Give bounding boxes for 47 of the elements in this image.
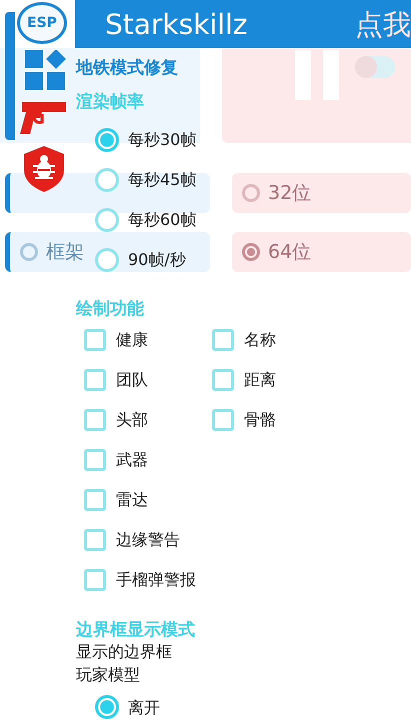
checkbox[interactable] [84,329,106,351]
toggle-switch[interactable] [355,56,395,78]
checkbox-label[interactable]: 边缘警告 [116,530,180,550]
checkbox[interactable] [84,409,106,431]
pistol-icon[interactable] [20,100,68,136]
app-title: Starkskillz [105,8,248,40]
checkbox[interactable] [84,569,106,591]
radio-button[interactable] [242,184,260,202]
feature-label[interactable]: 地铁模式修复 [76,56,178,78]
option-label: 32位 [268,181,312,206]
checkbox-label[interactable]: 武器 [116,450,148,470]
radio-label[interactable]: 每秒60帧 [128,210,196,230]
radio-button[interactable] [20,243,38,261]
radio-label[interactable]: 离开 [128,698,160,719]
option-label: 框架 [46,240,84,265]
checkbox-label[interactable]: 头部 [116,410,148,430]
checkbox[interactable] [212,409,234,431]
checkbox-label[interactable]: 名称 [244,330,276,350]
checkbox[interactable] [84,529,106,551]
radio-label[interactable]: 每秒45帧 [128,170,196,190]
section-title: 绘制功能 [76,298,144,320]
bug-shield-icon[interactable] [24,146,64,192]
setting-label: 显示的边界框 [76,642,172,663]
checkbox[interactable] [84,489,106,511]
radio-label[interactable]: 每秒30帧 [128,130,196,150]
checkbox[interactable] [84,449,106,471]
checkbox-label[interactable]: 健康 [116,330,148,350]
checkbox[interactable] [212,329,234,351]
radio-button[interactable] [95,168,119,192]
section-title: 渲染帧率 [76,90,144,112]
checkbox-label[interactable]: 团队 [116,370,148,390]
checkbox[interactable] [84,369,106,391]
radio-button[interactable] [95,128,119,152]
checkbox-label[interactable]: 骨骼 [244,410,276,430]
setting-label: 玩家模型 [76,665,140,686]
checkbox-label[interactable]: 雷达 [116,490,148,510]
checkbox-label[interactable]: 手榴弹警报 [116,570,196,590]
option-label: 64位 [268,240,312,265]
button-label: 点我 [355,7,411,43]
checkbox-label[interactable]: 距离 [244,370,276,390]
radio-button[interactable] [242,243,260,261]
checkbox[interactable] [212,369,234,391]
radio-button[interactable] [95,695,119,719]
logo-badge: ESP [17,2,67,44]
section-title: 边界框显示模式 [76,618,195,640]
radio-label[interactable]: 90帧/秒 [128,250,186,270]
radio-button[interactable] [95,208,119,232]
